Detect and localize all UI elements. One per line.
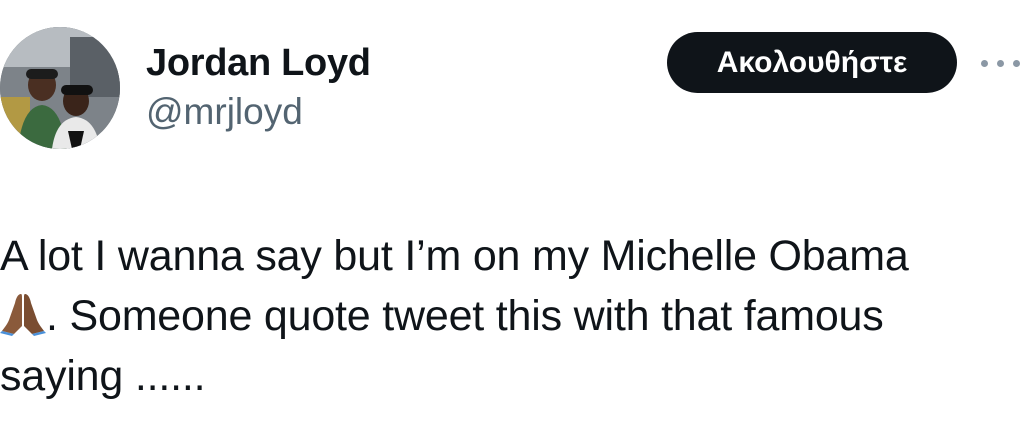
dot [997, 59, 1004, 67]
tweet-text-line-2-text: . Someone quote tweet this with that fam… [46, 292, 884, 340]
follow-button[interactable]: Ακολουθήστε [667, 32, 957, 93]
tweet-text-line-3: saying ...... [0, 352, 206, 400]
avatar[interactable] [0, 27, 120, 149]
more-options-icon[interactable] [981, 56, 1020, 70]
avatar-photo [0, 27, 120, 149]
tweet-text-line-1: A lot I wanna say but I’m on my Michelle… [0, 232, 909, 280]
user-info: Jordan Loyd @mrjloyd [146, 40, 371, 134]
display-name[interactable]: Jordan Loyd [146, 40, 371, 86]
tweet-text: A lot I wanna say but I’m on my Michelle… [0, 226, 1020, 406]
tweet-text-line-2: . Someone quote tweet this with that fam… [0, 286, 1020, 346]
folded-hands-icon [0, 290, 46, 336]
tweet-card: Jordan Loyd @mrjloyd Ακολουθήστε A lot I… [0, 0, 1020, 434]
user-handle[interactable]: @mrjloyd [146, 90, 371, 134]
dot [981, 59, 988, 67]
dot [1013, 59, 1020, 67]
